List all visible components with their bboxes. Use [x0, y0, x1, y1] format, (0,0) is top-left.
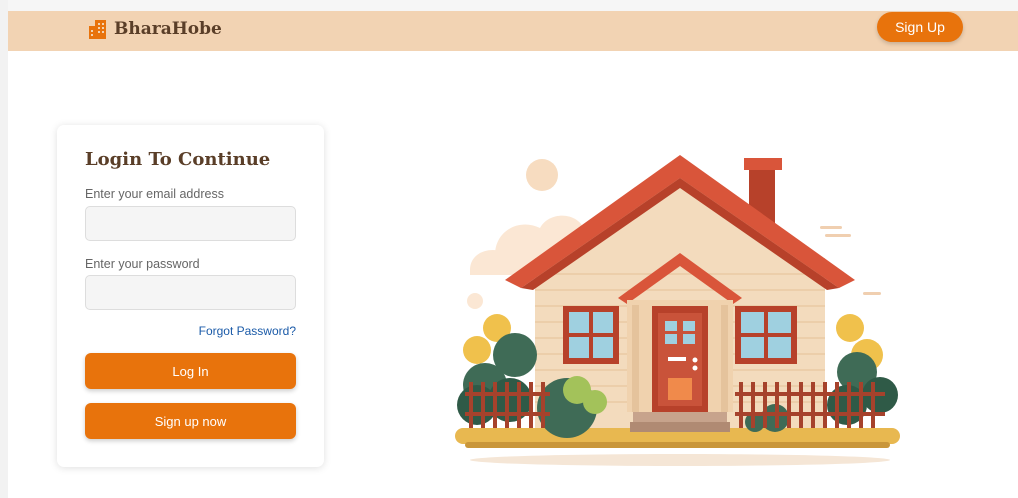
login-button[interactable]: Log In: [85, 353, 296, 389]
email-field[interactable]: [85, 206, 296, 241]
ground-shadow: [470, 454, 890, 466]
password-field[interactable]: [85, 275, 296, 310]
forgot-password-link[interactable]: Forgot Password?: [199, 324, 296, 338]
right-window: [735, 306, 797, 364]
building-icon: [89, 19, 106, 39]
login-title: Login To Continue: [85, 149, 271, 170]
signup-now-button[interactable]: Sign up now: [85, 403, 296, 439]
page: BharaHobe Sign Up Login To Continue Ente…: [0, 0, 1018, 498]
login-card: Login To Continue Enter your email addre…: [57, 125, 324, 467]
top-strip: [0, 0, 1018, 11]
header-bar: BharaHobe Sign Up: [8, 11, 1018, 51]
left-edge: [0, 0, 8, 498]
password-label: Enter your password: [85, 257, 200, 271]
left-window: [563, 306, 619, 364]
front-steps: [633, 412, 727, 422]
house-illustration: [455, 155, 900, 466]
email-label: Enter your email address: [85, 187, 224, 201]
brand-name: BharaHobe: [114, 19, 222, 39]
brand-logo[interactable]: BharaHobe: [89, 17, 222, 41]
signup-header-button[interactable]: Sign Up: [877, 12, 963, 42]
